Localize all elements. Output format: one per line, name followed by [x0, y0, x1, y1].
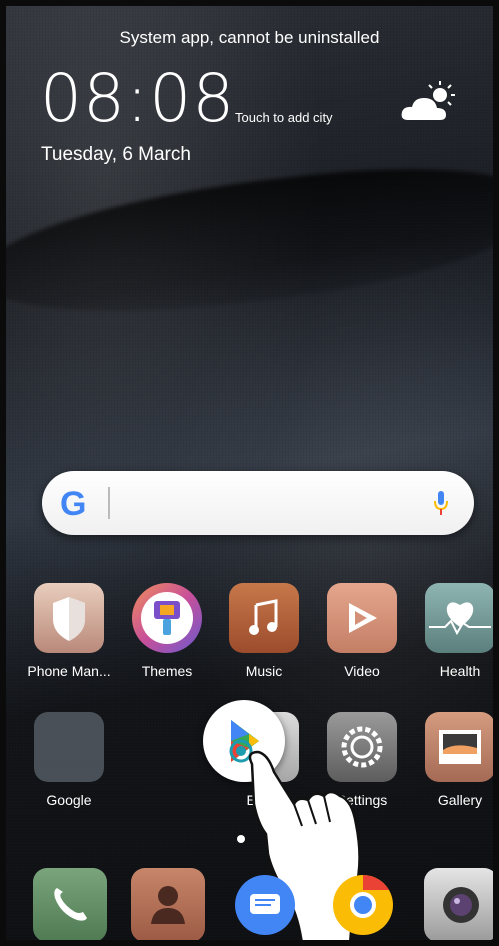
app-health[interactable]: Health [417, 583, 493, 679]
home-screen: System app, cannot be uninstalled 08:08 … [0, 0, 499, 946]
app-themes[interactable]: Themes [124, 583, 210, 679]
chrome-icon[interactable] [326, 868, 400, 940]
app-label: Video [344, 663, 380, 679]
health-icon [425, 583, 493, 653]
music-icon [229, 583, 299, 653]
app-label: Phone Man... [27, 663, 111, 679]
video-icon [327, 583, 397, 653]
themes-icon [132, 583, 202, 653]
google-search-bar[interactable]: G [42, 471, 474, 535]
contacts-icon[interactable] [131, 868, 205, 940]
google-g-icon: G [60, 485, 86, 523]
app-music[interactable]: Music [221, 583, 307, 679]
app-label: Google [46, 792, 92, 808]
google-folder-icon [34, 712, 104, 782]
app-phone-manager[interactable]: Phone Man... [26, 583, 112, 679]
app-video[interactable]: Video [319, 583, 405, 679]
lockscreen-date: Tuesday, 6 March [41, 144, 191, 165]
svg-text:G: G [60, 485, 86, 523]
messages-icon[interactable] [228, 868, 302, 940]
camera-icon[interactable] [424, 868, 493, 940]
weather-prompt[interactable]: Touch to add city [235, 110, 333, 125]
app-label: Music [245, 663, 283, 679]
app-label: Gallery [437, 792, 483, 808]
phone-icon[interactable] [33, 868, 107, 940]
page-indicator-dot [237, 835, 245, 843]
search-cursor [108, 487, 110, 519]
app-label: Themes [141, 663, 193, 679]
clock-time[interactable]: 08:08 [40, 60, 235, 137]
app-google-folder[interactable]: Google [26, 712, 112, 808]
weather-cloud-sun-icon[interactable] [400, 80, 458, 124]
phone-manager-icon [34, 583, 104, 653]
microphone-icon[interactable] [434, 487, 448, 519]
gallery-icon [425, 712, 493, 782]
system-app-toast: System app, cannot be uninstalled [119, 28, 380, 47]
app-label: Health [439, 663, 481, 679]
app-gallery[interactable]: Gallery [417, 712, 493, 808]
